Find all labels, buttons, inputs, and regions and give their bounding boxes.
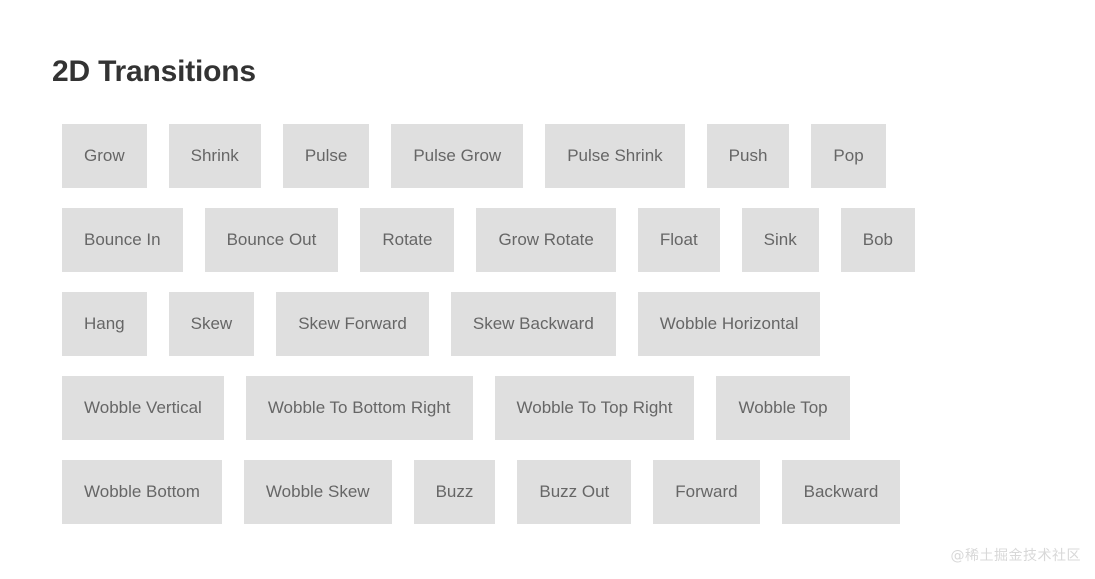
button-row: Wobble Vertical Wobble To Bottom Right W… [62,376,1002,440]
button-row: Wobble Bottom Wobble Skew Buzz Buzz Out … [62,460,1002,524]
transition-button-pulse-grow[interactable]: Pulse Grow [391,124,524,188]
transition-button-wobble-bottom[interactable]: Wobble Bottom [62,460,222,524]
transition-button-bounce-in[interactable]: Bounce In [62,208,183,272]
transition-button-skew-backward[interactable]: Skew Backward [450,292,616,356]
transition-button-shrink[interactable]: Shrink [168,124,261,188]
transition-button-bob[interactable]: Bob [840,208,915,272]
transition-button-wobble-vertical[interactable]: Wobble Vertical [62,376,224,440]
page-title: 2D Transitions [52,55,256,88]
transition-button-pop[interactable]: Pop [811,124,886,188]
transition-button-pulse-shrink[interactable]: Pulse Shrink [545,124,685,188]
watermark: @稀土掘金技术社区 [950,548,1081,564]
transition-button-buzz[interactable]: Buzz [413,460,496,524]
transition-button-rotate[interactable]: Rotate [360,208,455,272]
transition-button-float[interactable]: Float [637,208,720,272]
transition-button-sink[interactable]: Sink [741,208,819,272]
transition-button-forward[interactable]: Forward [653,460,760,524]
transition-button-pulse[interactable]: Pulse [282,124,370,188]
transition-button-bounce-out[interactable]: Bounce Out [204,208,339,272]
transition-button-hang[interactable]: Hang [62,292,147,356]
transitions-demo-page: 2D Transitions Grow Shrink Pulse Pulse G… [0,0,1095,579]
transition-button-skew-forward[interactable]: Skew Forward [276,292,429,356]
button-row: Grow Shrink Pulse Pulse Grow Pulse Shrin… [62,124,1002,188]
transition-button-buzz-out[interactable]: Buzz Out [517,460,632,524]
transition-button-grow[interactable]: Grow [62,124,147,188]
transition-button-grow-rotate[interactable]: Grow Rotate [476,208,616,272]
transition-button-wobble-to-bottom-right[interactable]: Wobble To Bottom Right [245,376,473,440]
transition-button-wobble-to-top-right[interactable]: Wobble To Top Right [494,376,695,440]
transition-button-skew[interactable]: Skew [168,292,255,356]
transition-button-push[interactable]: Push [706,124,790,188]
transition-button-grid: Grow Shrink Pulse Pulse Grow Pulse Shrin… [62,124,1002,524]
transition-button-wobble-skew[interactable]: Wobble Skew [243,460,392,524]
transition-button-wobble-top[interactable]: Wobble Top [716,376,850,440]
transition-button-backward[interactable]: Backward [781,460,901,524]
button-row: Bounce In Bounce Out Rotate Grow Rotate … [62,208,1002,272]
button-row: Hang Skew Skew Forward Skew Backward Wob… [62,292,1002,356]
transition-button-wobble-horizontal[interactable]: Wobble Horizontal [637,292,821,356]
